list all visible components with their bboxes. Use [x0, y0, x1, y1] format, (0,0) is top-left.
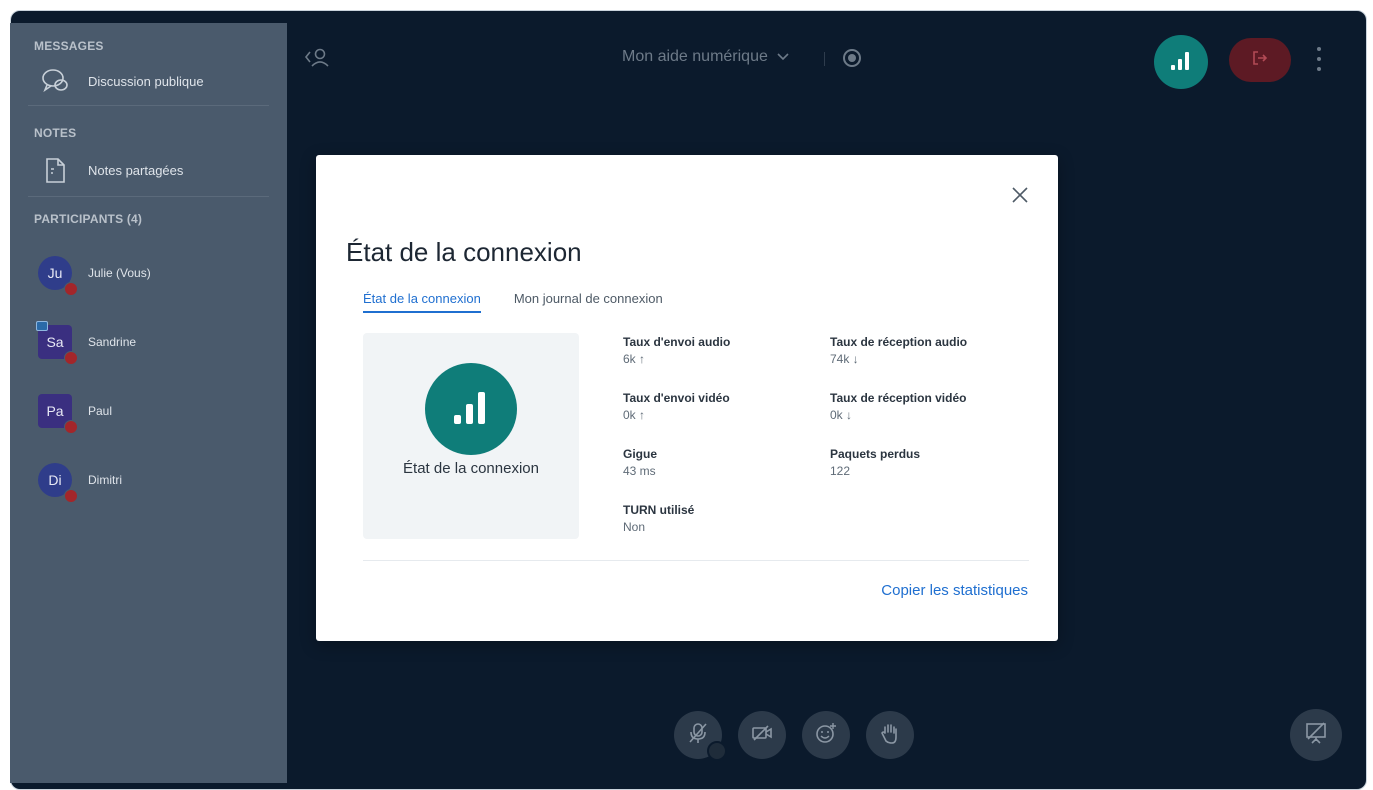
connection-status-modal: État de la connexion État de la connexio… — [316, 155, 1058, 641]
stat-value: 122 — [830, 464, 851, 478]
shared-notes-label: Notes partagées — [88, 162, 184, 178]
avatar: Ju — [38, 255, 78, 296]
room-title-text: Mon aide numérique — [622, 48, 768, 65]
chevron-down-icon — [776, 48, 790, 66]
participant-item[interactable]: Pa Paul — [10, 376, 287, 445]
participant-item[interactable]: Di Dimitri — [10, 445, 287, 514]
modal-tabs: État de la connexion Mon journal de conn… — [363, 291, 663, 313]
stat-audio-receive: Taux de réception audio 74k ↓ — [830, 335, 967, 366]
stat-label: Taux d'envoi audio — [623, 335, 731, 349]
stat-label: Taux de réception audio — [830, 335, 968, 349]
stat-label: TURN utilisé — [623, 503, 695, 517]
raise-hand-button[interactable] — [866, 711, 914, 759]
stat-value: Non — [623, 520, 646, 534]
stat-value: 0k ↑ — [623, 408, 646, 422]
muted-badge-icon — [64, 350, 78, 365]
room-title[interactable]: Mon aide numérique — [622, 48, 790, 66]
stat-value: 6k ↑ — [623, 352, 646, 366]
moderator-badge-icon — [36, 320, 48, 331]
messages-section-title: MESSAGES — [34, 39, 104, 53]
close-icon[interactable] — [1008, 183, 1032, 207]
connection-status-card: État de la connexion — [363, 333, 579, 539]
audio-settings-caret-icon[interactable] — [707, 741, 727, 761]
camera-off-icon — [751, 724, 773, 747]
muted-badge-icon — [64, 488, 78, 503]
status-circle — [425, 363, 517, 455]
mic-muted-icon — [687, 721, 709, 750]
participant-name: Paul — [88, 403, 113, 418]
stat-value: 43 ms — [623, 464, 656, 478]
signal-bars-icon — [1168, 48, 1194, 77]
emoji-add-icon — [814, 721, 838, 750]
record-icon[interactable] — [843, 49, 861, 67]
vertical-dots-icon — [1317, 47, 1321, 51]
raise-hand-icon — [880, 721, 900, 750]
public-chat-item[interactable]: Discussion publique — [10, 57, 287, 105]
stat-turn-used: TURN utilisé Non — [623, 503, 694, 534]
presentation-toggle-button[interactable] — [1290, 709, 1342, 761]
camera-toggle-button[interactable] — [738, 711, 786, 759]
modal-divider — [363, 560, 1029, 561]
connection-status-button[interactable] — [1154, 35, 1208, 89]
topbar-divider — [824, 52, 825, 66]
leave-button[interactable] — [1229, 38, 1291, 82]
stat-value: 74k ↓ — [830, 352, 859, 366]
user-list-toggle-icon[interactable] — [304, 46, 330, 68]
notes-section-title: NOTES — [34, 126, 77, 140]
stat-jitter: Gigue 43 ms — [623, 447, 657, 478]
presentation-hidden-icon — [1304, 721, 1328, 750]
stat-label: Taux d'envoi vidéo — [623, 391, 730, 405]
stat-label: Paquets perdus — [830, 447, 921, 461]
stat-video-send: Taux d'envoi vidéo 0k ↑ — [623, 391, 730, 422]
avatar: Pa — [38, 393, 78, 434]
stat-value: 0k ↓ — [830, 408, 853, 422]
options-button[interactable] — [1312, 44, 1326, 74]
status-label: État de la connexion — [403, 460, 539, 477]
stat-label: Taux de réception vidéo — [830, 391, 967, 405]
tab-connection-status[interactable]: État de la connexion — [363, 291, 481, 313]
stat-lost-packets: Paquets perdus 122 — [830, 447, 920, 478]
stat-video-receive: Taux de réception vidéo 0k ↓ — [830, 391, 966, 422]
shared-notes-item[interactable]: Notes partagées — [10, 144, 287, 196]
signal-bars-icon — [448, 386, 494, 433]
participant-name: Dimitri — [88, 472, 122, 487]
document-icon — [40, 155, 70, 185]
copy-stats-button[interactable]: Copier les statistiques — [881, 582, 1028, 599]
participant-name: Julie (Vous) — [88, 265, 151, 280]
stat-audio-send: Taux d'envoi audio 6k ↑ — [623, 335, 730, 366]
avatar: Di — [38, 462, 78, 503]
participant-item[interactable]: Sa Sandrine — [10, 307, 287, 376]
muted-badge-icon — [64, 281, 78, 296]
sidebar: MESSAGES Discussion publique NOTES Notes… — [10, 23, 287, 783]
tab-connection-log[interactable]: Mon journal de connexion — [514, 291, 663, 313]
avatar: Sa — [36, 320, 78, 365]
chat-bubbles-icon — [40, 66, 70, 96]
participant-name: Sandrine — [88, 334, 137, 349]
public-chat-label: Discussion publique — [88, 73, 204, 89]
participants-section-title: PARTICIPANTS (4) — [34, 212, 143, 226]
muted-badge-icon — [64, 419, 78, 434]
modal-title: État de la connexion — [346, 237, 582, 267]
leave-icon — [1251, 50, 1269, 71]
stat-label: Gigue — [623, 447, 658, 461]
reactions-button[interactable] — [802, 711, 850, 759]
participant-item[interactable]: Ju Julie (Vous) — [10, 238, 287, 307]
